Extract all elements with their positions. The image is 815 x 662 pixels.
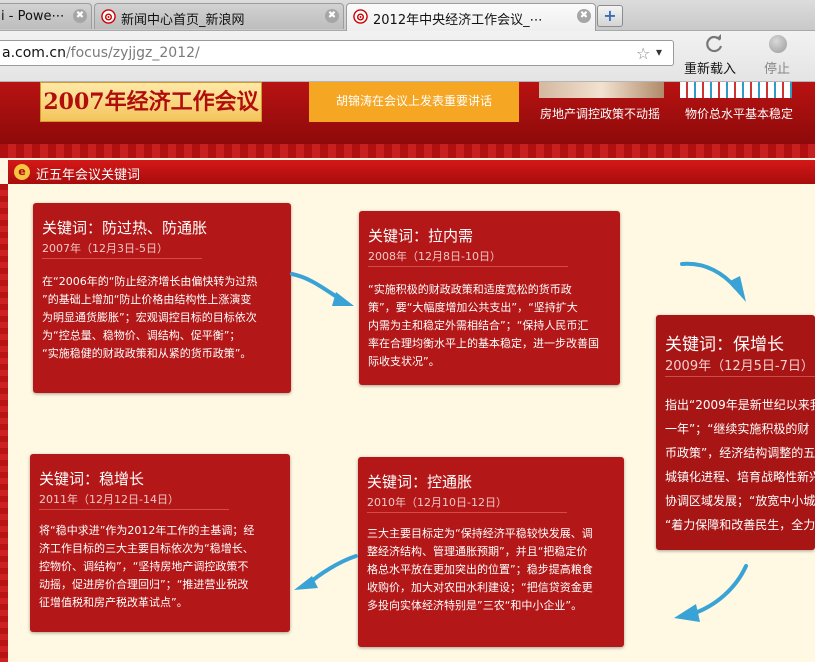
tab-title: 2012年中央经济工作会议_⋯	[373, 13, 543, 28]
card-body: 在“2006年的“防止经济增长由偏快转为过热 ”的基础上增加“防止价格由结构性上…	[42, 273, 257, 363]
card-keyword: 关键词：防过热、防通胀	[42, 219, 208, 237]
card-line: 三大主要目标定为“保持经济平稳较快发展、调	[367, 527, 593, 540]
keyword-card-2007: 关键词：防过热、防通胀 2007年（12月3日-5日） 在“2006年的“防止经…	[33, 203, 291, 393]
card-line: 多投向实体经济特别是”三农“和中小企业”。	[367, 599, 583, 612]
sina-logo-icon	[353, 9, 368, 24]
card-line: 为明显通货膨胀”；宏观调控目标的目标依次	[42, 311, 257, 324]
card-keyword: 关键词：保增长	[665, 335, 784, 355]
card-keyword: 关键词：控通胀	[367, 473, 473, 491]
card-line: 征增值税和房产税改革试点”。	[39, 596, 188, 609]
top-banner: 2007年经济工作会议 胡锦涛在会议上发表重要讲话 房地产调控政策不动摇 物价总…	[0, 82, 815, 144]
card-date: 2007年（12月3日-5日）	[42, 242, 168, 255]
card-body: “实施积极的财政政策和适度宽松的货币政 策”，要“大幅度增加公共支出”，“坚持扩…	[368, 281, 599, 371]
bookmark-star-icon[interactable]: ☆	[636, 44, 650, 63]
divider	[42, 258, 202, 259]
divider	[368, 266, 568, 267]
chevron-down-icon[interactable]: ▾	[656, 45, 662, 59]
divider	[665, 376, 815, 377]
card-line: 收购价，加大对农田水利建设；“把信贷资金更	[367, 581, 593, 594]
tab-economic-conference[interactable]: 2012年中央经济工作会议_⋯ ✖	[346, 3, 596, 31]
stop-button[interactable]: 停止	[764, 58, 790, 77]
card-line: 控物价、调结构”，“坚持房地产调控政策不	[39, 560, 249, 573]
card-line: 率在合理均衡水平上的基本稳定，进一步改善国	[368, 337, 599, 350]
close-icon[interactable]: ✖	[325, 9, 339, 23]
card-line: 协调区域发展；“放宽中小城	[665, 494, 815, 508]
reload-button[interactable]: 重新载入	[684, 58, 736, 77]
url-bar[interactable]: a.com.cn/focus/zyjjgz_2012/ ☆ ▾	[0, 40, 674, 66]
url-path: /focus/zyjjgz_2012/	[65, 45, 200, 61]
card-line: “着力保障和改善民生，全力	[665, 518, 815, 532]
tab-title: 新闻中心首页_新浪网	[121, 13, 245, 28]
headline-link[interactable]: 胡锦涛在会议上发表重要讲话	[309, 82, 519, 122]
card-line: 整经济结构、管理通胀预期”，并且“把稳定价	[367, 545, 588, 558]
card-line: 际收支状况”。	[368, 355, 440, 368]
decorative-border	[0, 184, 8, 662]
card-line: 内需为主和稳定外需相结合”；“保持人民币汇	[368, 319, 589, 332]
card-line: 策”，要“大幅度增加公共支出”，“坚持扩大	[368, 301, 578, 314]
card-line: 币政策”，经济结构调整的五个	[665, 446, 815, 460]
web-page: 2007年经济工作会议 胡锦涛在会议上发表重要讲话 房地产调控政策不动摇 物价总…	[0, 82, 815, 662]
thumbnail-image[interactable]	[680, 82, 792, 98]
card-line: 在“2006年的“防止经济增长由偏快转为过热	[42, 275, 258, 288]
navigation-bar: a.com.cn/focus/zyjjgz_2012/ ☆ ▾ 重新载入 停止	[0, 31, 815, 82]
arrow-right-down-icon	[680, 261, 746, 302]
divider	[39, 509, 229, 510]
card-line: 将“稳中求进”作为2012年工作的主基调；经	[39, 524, 255, 537]
card-line: 济工作目标的三大主要目标依次为“稳增长、	[39, 542, 254, 555]
card-line: 为“控总量、稳物价、调结构、促平衡”；	[42, 329, 241, 342]
card-keyword: 关键词：稳增长	[39, 470, 145, 488]
card-date: 2011年（12月12日-14日）	[39, 493, 179, 506]
reload-icon[interactable]	[703, 33, 725, 55]
card-line: 城镇化进程、培育战略性新兴	[665, 470, 815, 484]
close-icon[interactable]: ✖	[73, 9, 87, 23]
url-host: a.com.cn	[2, 45, 66, 61]
sina-logo-icon	[101, 9, 116, 24]
arrow-left-down-icon	[674, 564, 748, 622]
section-title: 近五年会议关键词	[36, 168, 141, 183]
tab-bar: i - Powe⋯ ✖ 新闻中心首页_新浪网 ✖ 2012年中央经济工作会议_⋯…	[0, 0, 815, 31]
year-2007-conference-link[interactable]: 2007年经济工作会议	[40, 82, 262, 122]
arrow-right-icon	[290, 272, 354, 306]
card-body: 指出“2009年是新世纪以来我 一年”；“继续实施积极的财 币政策”，经济结构调…	[665, 393, 815, 537]
divider	[367, 512, 567, 513]
card-body: 将“稳中求进”作为2012年工作的主基调；经 济工作目标的三大主要目标依次为“稳…	[39, 522, 254, 612]
arrow-left-icon	[294, 554, 358, 590]
card-line: “实施稳健的财政政策和从紧的货币政策”。	[42, 347, 252, 360]
section-header: e 近五年会议关键词	[8, 160, 815, 184]
thumbnail-image[interactable]	[539, 82, 664, 98]
card-body: 三大主要目标定为“保持经济平稳较快发展、调 整经济结构、管理通胀预期”，并且“把…	[367, 525, 593, 615]
keyword-card-2010: 关键词：控通胀 2010年（12月10日-12日） 三大主要目标定为“保持经济平…	[358, 457, 624, 647]
sina-logo-icon: e	[14, 164, 30, 180]
thumbnail-caption[interactable]: 物价总水平基本稳定	[685, 105, 793, 122]
card-line: 指出“2009年是新世纪以来我	[665, 398, 815, 412]
card-date: 2008年（12月8日-10日）	[368, 250, 501, 263]
tab-sina-news[interactable]: 新闻中心首页_新浪网 ✖	[94, 3, 344, 29]
url-text: a.com.cn/focus/zyjjgz_2012/	[2, 45, 200, 61]
card-line: ”的基础上增加“防止价格由结构性上涨演变	[42, 293, 252, 306]
close-icon[interactable]: ✖	[577, 9, 591, 23]
card-line: 动摇，促进房价合理回归”；“推进营业税改	[39, 578, 249, 591]
card-keyword: 关键词：拉内需	[368, 227, 474, 245]
decorative-pattern	[0, 144, 815, 158]
tab-title: i - Powe⋯	[1, 9, 65, 24]
tab-powerpoint[interactable]: i - Powe⋯ ✖	[0, 3, 92, 29]
card-date: 2010年（12月10日-12日）	[367, 496, 507, 509]
stop-icon[interactable]	[769, 35, 787, 53]
card-line: 一年”；“继续实施积极的财	[665, 422, 810, 436]
keyword-card-2011: 关键词：稳增长 2011年（12月12日-14日） 将“稳中求进”作为2012年…	[30, 454, 290, 632]
card-line: 格总水平放在更加突出的位置”；稳步提高粮食	[367, 563, 593, 576]
card-line: “实施积极的财政政策和适度宽松的货币政	[368, 283, 572, 296]
keyword-card-2009: 关键词：保增长 2009年（12月5日-7日） 指出“2009年是新世纪以来我 …	[656, 315, 815, 550]
card-date: 2009年（12月5日-7日）	[665, 359, 814, 374]
keyword-card-2008: 关键词：拉内需 2008年（12月8日-10日） “实施积极的财政政策和适度宽松…	[359, 211, 620, 385]
new-tab-button[interactable]: +	[597, 5, 623, 27]
thumbnail-caption[interactable]: 房地产调控政策不动摇	[540, 105, 660, 122]
